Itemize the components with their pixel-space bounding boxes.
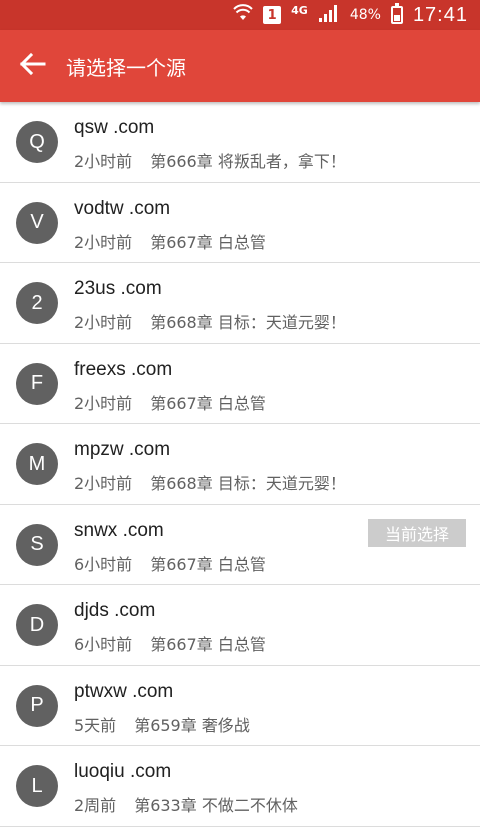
battery-percent: 48% [349,7,381,23]
source-subtitle: 2小时前 第666章 将叛乱者，拿下！ [74,148,346,172]
source-row-luoqiu[interactable]: L luoqiu .com 2周前 第633章 不做二不休体 [0,746,480,827]
wifi-icon [233,4,253,26]
back-button[interactable] [0,30,64,102]
avatar: Q [16,121,58,163]
source-subtitle: 2小时前 第667章 白总管 [74,229,266,253]
latest-chapter: 第668章 目标：天道元婴！ [150,474,346,493]
source-name: luoqiu .com [74,761,172,782]
source-name: freexs .com [74,358,173,380]
current-selection-badge: 当前选择 [368,518,466,547]
source-subtitle: 2小时前 第668章 目标：天道元婴！ [74,309,346,333]
source-list: Q qsw .com 2小时前 第666章 将叛乱者，拿下！ V vodtw .c… [0,102,480,827]
avatar: V [16,201,58,244]
latest-chapter: 第659章 奢侈战 [134,715,250,735]
latest-chapter: 第667章 白总管 [150,554,266,574]
latest-chapter: 第668章 目标：天道元婴！ [150,313,346,332]
source-subtitle: 2周前 第633章 不做二不休体 [74,792,298,816]
avatar: M [16,443,58,485]
latest-chapter: 第667章 白总管 [150,635,266,654]
source-subtitle: 6小时前 第667章 白总管 [74,551,266,575]
source-name: vodtw .com [74,197,171,219]
source-name: 23us .com [74,278,162,299]
battery-icon [390,3,403,24]
signal-icon [318,3,340,27]
source-name: ptwxw .com [74,680,174,702]
source-row-freexs[interactable]: F freexs .com 2小时前 第667章 白总管 [0,343,480,424]
source-row-ptwxw[interactable]: P ptwxw .com 5天前 第659章 奢侈战 [0,665,480,746]
latest-chapter: 第667章 白总管 [150,393,266,413]
page-title: 请选择一个源 [66,55,186,80]
status-bar: 1 4G 48% 17:41 [0,0,480,30]
avatar: 2 [16,282,58,324]
source-subtitle: 2小时前 第668章 目标：天道元婴！ [74,470,346,494]
source-name: mpzw .com [74,439,171,460]
avatar: F [16,362,58,405]
latest-chapter: 第667章 白总管 [150,232,266,252]
latest-chapter: 第633章 不做二不休体 [134,796,298,815]
source-name: snwx .com [74,519,164,541]
avatar: P [16,684,58,727]
latest-chapter: 第666章 将叛乱者，拿下！ [150,152,346,171]
update-time: 5天前 [74,715,117,735]
source-name: djds .com [74,600,156,621]
arrow-left-icon [18,52,46,80]
source-row-snwx[interactable]: S snwx .com 6小时前 第667章 白总管 当前选择 [0,504,480,585]
source-subtitle: 2小时前 第667章 白总管 [74,390,266,414]
source-row-vodtw[interactable]: V vodtw .com 2小时前 第667章 白总管 [0,182,480,263]
update-time: 6小时前 [74,554,133,574]
source-row-mpzw[interactable]: M mpzw .com 2小时前 第668章 目标：天道元婴！ [0,424,480,505]
sim-card-icon: 1 [263,6,282,24]
source-subtitle: 6小时前 第667章 白总管 [74,631,266,655]
source-row-qsw[interactable]: Q qsw .com 2小时前 第666章 将叛乱者，拿下！ [0,102,480,183]
app-bar: 请选择一个源 [0,30,480,102]
update-time: 2小时前 [74,152,133,171]
update-time: 2小时前 [74,313,133,332]
update-time: 2小时前 [74,474,133,493]
source-subtitle: 5天前 第659章 奢侈战 [74,712,250,736]
update-time: 2周前 [74,796,117,815]
update-time: 2小时前 [74,232,133,252]
source-name: qsw .com [74,117,155,138]
update-time: 6小时前 [74,635,133,654]
avatar: L [16,765,58,807]
source-row-djds[interactable]: D djds .com 6小时前 第667章 白总管 [0,585,480,666]
source-row-23us[interactable]: 2 23us .com 2小时前 第668章 目标：天道元婴！ [0,263,480,344]
avatar: D [16,604,58,646]
update-time: 2小时前 [74,393,133,413]
avatar: S [16,523,58,566]
network-type-label: 4G [291,3,308,17]
clock: 17:41 [412,3,468,26]
